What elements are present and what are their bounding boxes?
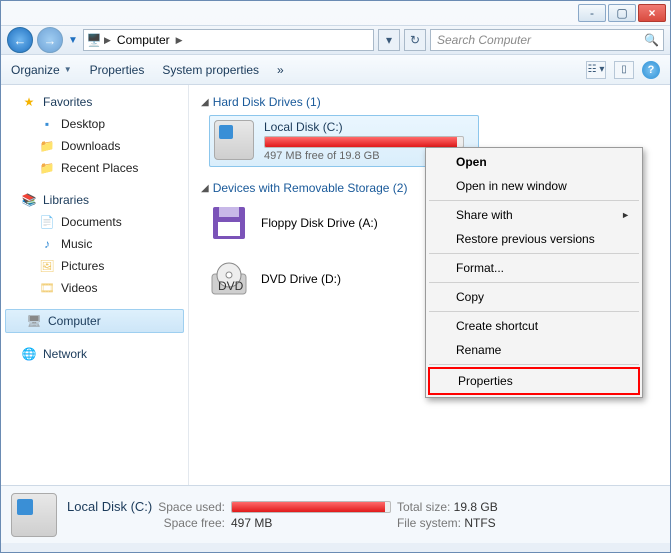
toolbar-overflow[interactable]: »: [277, 63, 284, 77]
title-bar: - ▢ ×: [1, 1, 670, 25]
system-properties-button[interactable]: System properties: [162, 63, 259, 77]
separator: [429, 253, 639, 254]
floppy-icon: [209, 203, 249, 243]
view-options-button[interactable]: ☷ ▾: [586, 61, 606, 79]
separator: [429, 364, 639, 365]
search-icon: 🔍: [644, 33, 659, 47]
hdd-section-header[interactable]: ◢Hard Disk Drives (1): [201, 95, 658, 109]
space-free-label: Space free:: [158, 516, 225, 530]
folder-icon: 📁: [39, 138, 55, 154]
dvd-icon: DVD: [209, 259, 249, 299]
filesystem-value: NTFS: [464, 516, 495, 530]
cm-share-with[interactable]: Share with: [428, 203, 640, 227]
floppy-label: Floppy Disk Drive (A:): [261, 216, 378, 230]
sidebar-item-recent[interactable]: 📁Recent Places: [1, 157, 188, 179]
drive-icon: [214, 120, 254, 160]
cm-properties[interactable]: Properties: [428, 367, 640, 395]
nav-bar: ← → ▼ 🖥️ ▶ Computer ▶ ▾ ↻ Search Compute…: [1, 25, 670, 55]
chevron-right-icon: ▶: [102, 35, 113, 46]
details-title: Local Disk (C:): [67, 499, 152, 514]
sidebar-computer[interactable]: 🖥Computer: [5, 309, 184, 333]
space-used-label: Space used:: [158, 500, 225, 514]
organize-menu[interactable]: Organize▼: [11, 63, 72, 77]
cm-copy[interactable]: Copy: [428, 285, 640, 309]
music-icon: ♪: [39, 236, 55, 252]
libraries-icon: 📚: [21, 192, 37, 208]
total-size-label: Total size:: [397, 500, 450, 514]
cm-rename[interactable]: Rename: [428, 338, 640, 362]
forward-button[interactable]: →: [37, 27, 63, 53]
context-menu: Open Open in new window Share with Resto…: [425, 147, 643, 398]
chevron-right-icon: ▶: [174, 35, 185, 46]
desktop-icon: ▪: [39, 116, 55, 132]
cm-open-new-window[interactable]: Open in new window: [428, 174, 640, 198]
details-drive-icon: [11, 493, 57, 537]
details-pane: Local Disk (C:) Space used: Total size: …: [1, 485, 670, 543]
preview-pane-button[interactable]: ▯: [614, 61, 634, 79]
search-input[interactable]: Search Computer 🔍: [430, 29, 664, 51]
address-bar[interactable]: 🖥️ ▶ Computer ▶: [83, 29, 374, 51]
maximize-button[interactable]: ▢: [608, 4, 636, 22]
filesystem-label: File system:: [397, 516, 461, 530]
total-size-value: 19.8 GB: [454, 500, 498, 514]
sidebar-favorites[interactable]: ★Favorites: [1, 91, 188, 113]
sidebar-item-documents[interactable]: 📄Documents: [1, 211, 188, 233]
svg-text:DVD: DVD: [218, 279, 244, 293]
separator: [429, 282, 639, 283]
address-dropdown[interactable]: ▾: [378, 29, 400, 51]
pictures-icon: 🖼: [39, 258, 55, 274]
breadcrumb-computer[interactable]: Computer: [113, 33, 174, 47]
sidebar-item-downloads[interactable]: 📁Downloads: [1, 135, 188, 157]
sidebar-item-pictures[interactable]: 🖼Pictures: [1, 255, 188, 277]
drive-name: Local Disk (C:): [264, 120, 474, 136]
sidebar-item-videos[interactable]: 🎞Videos: [1, 277, 188, 299]
sidebar-libraries[interactable]: 📚Libraries: [1, 189, 188, 211]
separator: [429, 200, 639, 201]
explorer-window: - ▢ × ← → ▼ 🖥️ ▶ Computer ▶ ▾ ↻ Search C…: [0, 0, 671, 553]
network-icon: 🌐: [21, 346, 37, 362]
computer-icon: 🖥: [26, 313, 42, 329]
toolbar: Organize▼ Properties System properties »…: [1, 55, 670, 85]
folder-icon: 📁: [39, 160, 55, 176]
collapse-icon: ◢: [201, 183, 209, 194]
sidebar-item-music[interactable]: ♪Music: [1, 233, 188, 255]
collapse-icon: ◢: [201, 97, 209, 108]
back-button[interactable]: ←: [7, 27, 33, 53]
minimize-button[interactable]: -: [578, 4, 606, 22]
computer-icon: 🖥️: [86, 32, 102, 48]
dvd-label: DVD Drive (D:): [261, 272, 341, 286]
cm-create-shortcut[interactable]: Create shortcut: [428, 314, 640, 338]
details-usage-bar: [231, 501, 391, 513]
star-icon: ★: [21, 94, 37, 110]
space-free-value: 497 MB: [231, 516, 391, 530]
close-button[interactable]: ×: [638, 4, 666, 22]
nav-sidebar: ★Favorites ▪Desktop 📁Downloads 📁Recent P…: [1, 85, 189, 485]
cm-open[interactable]: Open: [428, 150, 640, 174]
refresh-button[interactable]: ↻: [404, 29, 426, 51]
cm-format[interactable]: Format...: [428, 256, 640, 280]
documents-icon: 📄: [39, 214, 55, 230]
help-button[interactable]: ?: [642, 61, 660, 79]
separator: [429, 311, 639, 312]
search-placeholder: Search Computer: [437, 33, 531, 47]
properties-button[interactable]: Properties: [90, 63, 145, 77]
history-dropdown[interactable]: ▼: [67, 35, 79, 46]
sidebar-item-desktop[interactable]: ▪Desktop: [1, 113, 188, 135]
videos-icon: 🎞: [39, 280, 55, 296]
sidebar-network[interactable]: 🌐Network: [1, 343, 188, 365]
cm-restore-previous[interactable]: Restore previous versions: [428, 227, 640, 251]
